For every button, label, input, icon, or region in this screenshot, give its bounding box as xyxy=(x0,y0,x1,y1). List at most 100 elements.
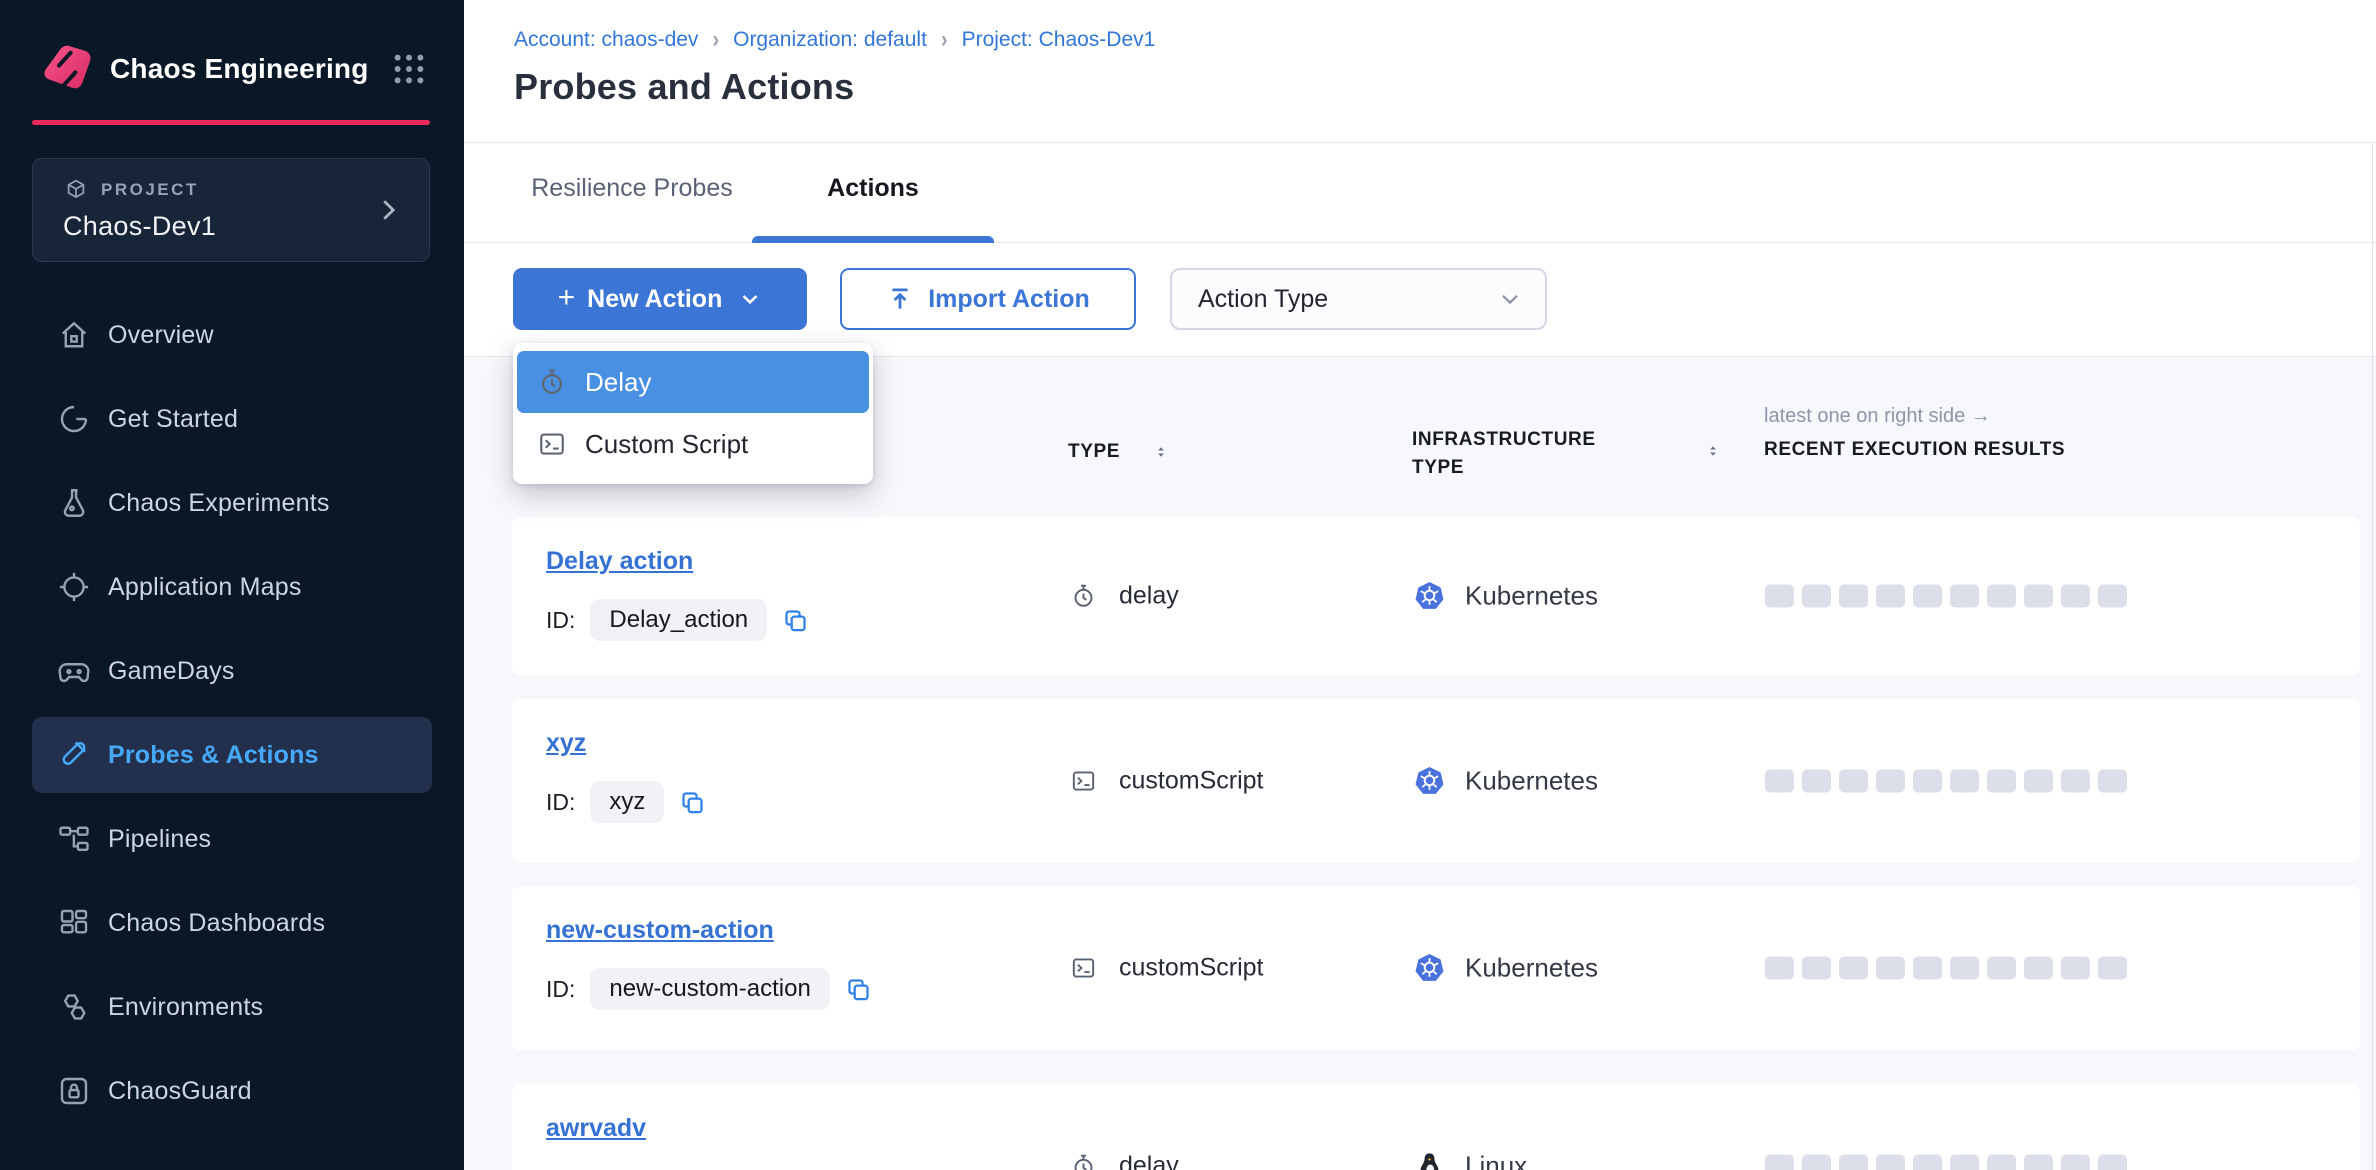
copy-icon[interactable] xyxy=(845,976,872,1003)
table-row[interactable]: Delay action ID: Delay_action delay Kube… xyxy=(512,517,2360,675)
stopwatch-icon xyxy=(1070,583,1097,610)
column-header-recent-execution-results: RECENT EXECUTION RESULTS xyxy=(1764,439,2065,461)
sidebar-item-pipelines[interactable]: Pipelines xyxy=(0,797,464,881)
terminal-script-icon xyxy=(537,429,567,459)
action-name-link[interactable]: xyz xyxy=(546,729,586,758)
execution-result-placeholder xyxy=(2098,770,2127,793)
execution-result-placeholder xyxy=(1950,585,1979,608)
breadcrumb-organization-link[interactable]: Organization: default xyxy=(733,28,927,52)
sidebar-item-get-started[interactable]: Get Started xyxy=(0,377,464,461)
execution-result-placeholder xyxy=(1765,957,1794,980)
pipeline-icon xyxy=(56,821,92,857)
menu-item-label: Custom Script xyxy=(585,429,748,460)
type-value: customScript xyxy=(1119,767,1263,796)
execution-result-placeholder xyxy=(1950,1155,1979,1170)
column-header-infrastructure-type[interactable]: INFRASTRUCTURE TYPE xyxy=(1412,426,1596,482)
stopwatch-icon xyxy=(1070,1153,1097,1170)
execution-result-placeholder xyxy=(1765,585,1794,608)
sidebar-item-chaos-experiments[interactable]: Chaos Experiments xyxy=(0,461,464,545)
execution-result-placeholder xyxy=(1876,1155,1905,1170)
action-type-filter[interactable]: Action Type xyxy=(1170,268,1547,330)
sidebar-item-probes-actions[interactable]: Probes & Actions xyxy=(32,717,432,793)
sort-icon[interactable] xyxy=(1706,438,1720,464)
hexagons-icon xyxy=(56,989,92,1025)
execution-result-placeholder xyxy=(1876,585,1905,608)
execution-result-placeholder xyxy=(1913,957,1942,980)
import-action-button[interactable]: Import Action xyxy=(840,268,1136,330)
action-name-link[interactable]: new-custom-action xyxy=(546,916,774,945)
action-name-link[interactable]: awrvadv xyxy=(546,1114,646,1143)
execution-result-placeholder xyxy=(1765,1155,1794,1170)
copy-icon[interactable] xyxy=(679,789,706,816)
infrastructure-cell: Kubernetes xyxy=(1414,581,1598,612)
tab-resilience-probes[interactable]: Resilience Probes xyxy=(521,168,743,208)
execution-result-placeholder xyxy=(2098,585,2127,608)
sidebar-item-overview[interactable]: Overview xyxy=(0,293,464,377)
scroll-edge-divider xyxy=(2372,143,2373,1170)
sidebar-item-chaos-dashboards[interactable]: Chaos Dashboards xyxy=(0,881,464,965)
action-id-pill: Delay_action xyxy=(590,599,767,641)
new-action-dropdown-menu: Delay Custom Script xyxy=(513,343,873,484)
execution-result-placeholder xyxy=(1876,770,1905,793)
execution-result-placeholder xyxy=(1950,770,1979,793)
action-name-link[interactable]: Delay action xyxy=(546,547,693,576)
tab-actions[interactable]: Actions xyxy=(752,168,994,208)
execution-result-placeholder xyxy=(2098,1155,2127,1170)
sidebar-item-application-maps[interactable]: Application Maps xyxy=(0,545,464,629)
infrastructure-value: Kubernetes xyxy=(1465,581,1598,612)
execution-result-placeholder xyxy=(2024,1155,2053,1170)
home-icon xyxy=(56,317,92,353)
module-switcher-grid-icon[interactable] xyxy=(388,48,430,90)
infra-header-line1: INFRASTRUCTURE xyxy=(1412,426,1596,454)
lock-shield-icon xyxy=(56,1073,92,1109)
brand-divider xyxy=(32,120,430,125)
menu-item-custom-script[interactable]: Custom Script xyxy=(517,413,869,475)
project-selector[interactable]: PROJECT Chaos-Dev1 xyxy=(32,158,430,262)
breadcrumb-project-link[interactable]: Project: Chaos-Dev1 xyxy=(962,28,1156,52)
sidebar-item-label: Application Maps xyxy=(108,573,302,602)
copy-icon[interactable] xyxy=(782,607,809,634)
execution-result-placeholder xyxy=(2061,770,2090,793)
sidebar-item-label: Chaos Dashboards xyxy=(108,909,325,938)
id-label: ID: xyxy=(546,789,575,816)
chevron-right-icon xyxy=(373,195,403,225)
sidebar-item-chaosguard[interactable]: ChaosGuard xyxy=(0,1049,464,1133)
type-header-label: TYPE xyxy=(1068,441,1120,463)
execution-result-placeholder xyxy=(2024,770,2053,793)
table-row[interactable]: xyz ID: xyz customScript Kubernetes xyxy=(512,699,2360,863)
infrastructure-value: Kubernetes xyxy=(1465,766,1598,797)
table-row[interactable]: awrvadv delay Linux xyxy=(512,1084,2360,1170)
page-title: Probes and Actions xyxy=(514,66,854,108)
infrastructure-value: Kubernetes xyxy=(1465,953,1598,984)
menu-item-delay[interactable]: Delay xyxy=(517,351,869,413)
sidebar-item-label: ChaosGuard xyxy=(108,1077,252,1106)
new-action-button[interactable]: + New Action xyxy=(513,268,807,330)
tabs-divider xyxy=(464,242,2376,243)
sidebar-item-label: Pipelines xyxy=(108,825,211,854)
active-tab-indicator xyxy=(752,236,994,243)
execution-result-placeholder xyxy=(1839,1155,1868,1170)
column-header-type[interactable]: TYPE xyxy=(1068,439,1168,465)
linux-icon xyxy=(1414,1151,1445,1170)
execution-result-placeholder xyxy=(1839,957,1868,980)
plus-icon: + xyxy=(558,281,576,315)
infrastructure-cell: Kubernetes xyxy=(1414,953,1598,984)
execution-result-placeholder xyxy=(1913,770,1942,793)
sidebar-item-environments[interactable]: Environments xyxy=(0,965,464,1049)
sort-icon[interactable] xyxy=(1154,439,1168,465)
sidebar-item-gamedays[interactable]: GameDays xyxy=(0,629,464,713)
product-title: Chaos Engineering xyxy=(110,53,388,85)
recent-execution-results xyxy=(1765,957,2127,980)
breadcrumb-account-link[interactable]: Account: chaos-dev xyxy=(514,28,698,52)
execution-result-placeholder xyxy=(1876,957,1905,980)
terminal-script-icon xyxy=(1070,768,1097,795)
execution-result-placeholder xyxy=(2098,957,2127,980)
breadcrumb-separator: › xyxy=(941,26,948,54)
execution-result-placeholder xyxy=(1765,770,1794,793)
sidebar-item-label: GameDays xyxy=(108,657,235,686)
main-content: Account: chaos-dev › Organization: defau… xyxy=(464,0,2376,1170)
new-action-label: New Action xyxy=(587,285,722,314)
target-icon xyxy=(56,569,92,605)
table-row[interactable]: new-custom-action ID: new-custom-action … xyxy=(512,886,2360,1050)
type-value: delay xyxy=(1119,582,1179,611)
